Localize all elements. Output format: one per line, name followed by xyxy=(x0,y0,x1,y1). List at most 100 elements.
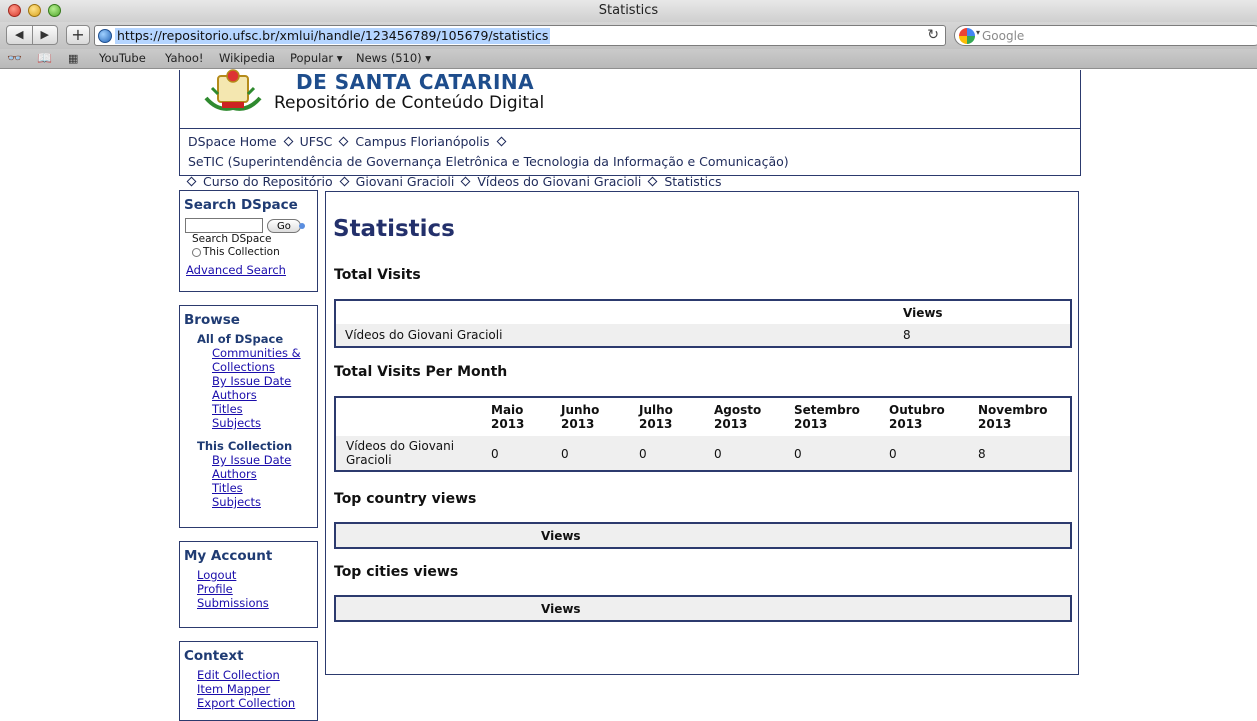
table-row-bg xyxy=(336,597,1070,620)
breadcrumb-dspace-home[interactable]: DSpace Home xyxy=(188,134,277,149)
window-titlebar: Statistics xyxy=(0,0,1257,22)
sidebar-context: Context Edit Collection Item Mapper Expo… xyxy=(179,641,318,721)
breadcrumb-separator-icon xyxy=(460,176,471,187)
search-bar[interactable]: ▾ Google xyxy=(954,25,1257,46)
cities-views-header: Views xyxy=(541,602,581,616)
month-value-novembro: 8 xyxy=(978,447,986,461)
breadcrumb-separator-icon xyxy=(283,136,294,147)
close-window-button[interactable] xyxy=(8,4,21,17)
month-header-junho: Junho 2013 xyxy=(561,403,600,431)
main-content: Statistics Total Visits Views Vídeos do … xyxy=(325,191,1079,675)
breadcrumb-ufsc[interactable]: UFSC xyxy=(300,134,333,149)
breadcrumb-giovani[interactable]: Giovani Gracioli xyxy=(356,174,455,189)
reading-list-icon[interactable]: 👓 xyxy=(7,49,22,68)
top-sites-grid-icon[interactable]: ▦ xyxy=(68,49,78,68)
google-icon xyxy=(959,28,975,44)
breadcrumb-videos[interactable]: Vídeos do Giovani Gracioli xyxy=(477,174,641,189)
forward-icon[interactable]: ▶ xyxy=(33,26,58,44)
reload-icon[interactable]: ↻ xyxy=(927,27,939,43)
breadcrumb-separator-icon xyxy=(186,176,197,187)
month-header-maio: Maio 2013 xyxy=(491,403,525,431)
minimize-window-button[interactable] xyxy=(28,4,41,17)
per-month-row-label: Vídeos do Giovani Gracioli xyxy=(346,439,455,467)
breadcrumb-setic[interactable]: SeTIC (Superintendência de Governança El… xyxy=(188,154,789,169)
sidebar-browse: Browse All of DSpace Communities & Colle… xyxy=(179,305,318,528)
university-crest-icon xyxy=(204,69,262,111)
scope-collection-option[interactable]: This Collection xyxy=(192,246,313,259)
month-value-maio: 0 xyxy=(491,447,499,461)
browse-subjects-link[interactable]: Subjects xyxy=(212,416,313,430)
bookmark-wikipedia[interactable]: Wikipedia xyxy=(219,49,275,68)
breadcrumb-curso[interactable]: Curso do Repositório xyxy=(203,174,333,189)
per-month-heading: Total Visits Per Month xyxy=(334,364,508,380)
bookmark-popular[interactable]: Popular ▾ xyxy=(290,49,343,68)
scope-collection-label: This Collection xyxy=(203,246,280,258)
country-views-heading: Top country views xyxy=(334,491,477,507)
site-header: DE SANTA CATARINA Repositório de Conteúd… xyxy=(179,69,1081,129)
url-text[interactable]: https://repositorio.ufsc.br/xmlui/handle… xyxy=(115,28,551,44)
scope-all-label: Search DSpace xyxy=(192,233,272,245)
cities-views-table: Views xyxy=(334,595,1072,622)
bookmark-youtube[interactable]: YouTube xyxy=(99,49,146,68)
radio-icon[interactable] xyxy=(192,247,201,257)
edit-collection-link[interactable]: Edit Collection xyxy=(197,668,313,682)
chevron-down-icon[interactable]: ▾ xyxy=(976,28,980,37)
browse-collection-heading: This Collection xyxy=(197,439,293,453)
collection-titles-link[interactable]: Titles xyxy=(212,481,313,495)
bookmarks-book-icon[interactable]: 📖 xyxy=(37,49,52,68)
breadcrumb-separator-icon xyxy=(338,136,349,147)
per-month-table: Maio 2013 Junho 2013 Julho 2013 Agosto 2013 … xyxy=(334,396,1072,472)
month-header-agosto: Agosto 2013 xyxy=(714,403,762,431)
breadcrumb-separator-icon xyxy=(647,176,658,187)
browse-collections-link[interactable]: Collections xyxy=(212,360,313,374)
sidebar-context-title: Context xyxy=(184,648,244,664)
bookmark-news[interactable]: News (510) ▾ xyxy=(356,49,431,68)
university-name: DE SANTA CATARINA xyxy=(296,70,535,94)
breadcrumb-separator-icon xyxy=(339,176,350,187)
month-header-novembro: Novembro 2013 xyxy=(978,403,1048,431)
table-row-bg xyxy=(336,524,1070,547)
total-visits-table: Views Vídeos do Giovani Gracioli 8 xyxy=(334,299,1072,348)
collection-issue-date-link[interactable]: By Issue Date xyxy=(212,453,313,467)
sidebar-search: Search DSpace Go Search DSpace This Coll… xyxy=(179,190,318,292)
country-views-header: Views xyxy=(541,529,581,543)
back-icon[interactable]: ◀ xyxy=(7,26,33,44)
total-visits-value: 8 xyxy=(903,328,911,342)
month-value-agosto: 0 xyxy=(714,447,722,461)
bookmark-yahoo[interactable]: Yahoo! xyxy=(165,49,203,68)
window-title: Statistics xyxy=(598,3,659,18)
browse-issue-date-link[interactable]: By Issue Date xyxy=(212,374,313,388)
globe-icon xyxy=(98,29,112,43)
submissions-link[interactable]: Submissions xyxy=(197,596,313,610)
zoom-window-button[interactable] xyxy=(48,4,61,17)
sidebar-account-title: My Account xyxy=(184,548,273,564)
sidebar-browse-title: Browse xyxy=(184,312,240,328)
item-mapper-link[interactable]: Item Mapper xyxy=(197,682,313,696)
breadcrumb-statistics: Statistics xyxy=(664,174,722,189)
bookmarks-bar: 👓 📖 ▦ YouTube Yahoo! Wikipedia Popular ▾… xyxy=(0,49,1257,69)
address-bar[interactable]: https://repositorio.ufsc.br/xmlui/handle… xyxy=(94,25,946,46)
browse-all-heading: All of DSpace xyxy=(197,332,284,346)
search-placeholder: Google xyxy=(982,29,1025,43)
profile-link[interactable]: Profile xyxy=(197,582,313,596)
total-visits-views-header: Views xyxy=(903,306,943,320)
repository-name: Repositório de Conteúdo Digital xyxy=(274,93,545,113)
export-collection-link[interactable]: Export Collection xyxy=(197,696,313,710)
logout-link[interactable]: Logout xyxy=(197,568,313,582)
breadcrumb-campus[interactable]: Campus Florianópolis xyxy=(355,134,489,149)
add-bookmark-button[interactable]: + xyxy=(66,25,90,45)
browse-titles-link[interactable]: Titles xyxy=(212,402,313,416)
search-input[interactable] xyxy=(185,218,263,233)
collection-subjects-link[interactable]: Subjects xyxy=(212,495,313,509)
cities-views-heading: Top cities views xyxy=(334,564,459,580)
month-header-setembro: Setembro 2013 xyxy=(794,403,860,431)
advanced-search-link[interactable]: Advanced Search xyxy=(186,263,313,277)
sidebar-account: My Account Logout Profile Submissions xyxy=(179,541,318,628)
month-value-setembro: 0 xyxy=(794,447,802,461)
month-header-julho: Julho 2013 xyxy=(639,403,673,431)
go-button[interactable]: Go xyxy=(267,218,301,233)
collection-authors-link[interactable]: Authors xyxy=(212,467,313,481)
browse-communities-link[interactable]: Communities & xyxy=(212,346,313,360)
total-visits-heading: Total Visits xyxy=(334,267,421,283)
browse-authors-link[interactable]: Authors xyxy=(212,388,313,402)
